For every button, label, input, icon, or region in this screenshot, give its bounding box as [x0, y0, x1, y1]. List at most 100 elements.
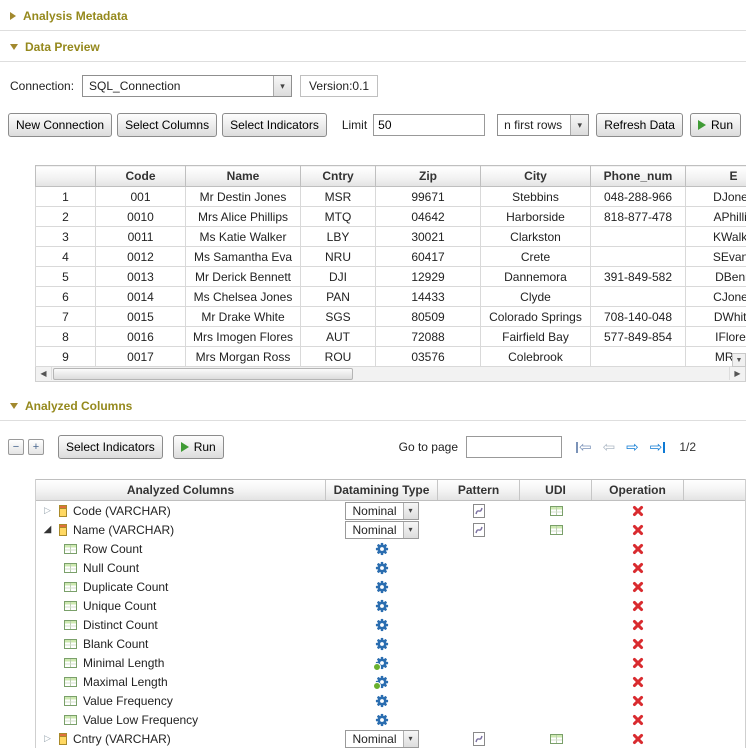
chevron-down-icon[interactable]: ▾	[403, 522, 418, 538]
header-operation[interactable]: Operation	[592, 480, 684, 500]
indicator-row[interactable]: Null Count	[36, 558, 745, 577]
indicator-options-gear-icon[interactable]	[375, 713, 389, 727]
indicator-options-gear-icon[interactable]	[375, 618, 389, 632]
rows-mode-dropdown[interactable]: n first rows ▾	[497, 114, 589, 136]
expand-arrow-icon[interactable]: ▷	[42, 733, 53, 744]
collapse-arrow-icon[interactable]: ◢	[42, 524, 53, 535]
delete-x-icon[interactable]	[632, 580, 645, 593]
indicator-options-gear-icon[interactable]	[375, 637, 389, 651]
chevron-down-icon[interactable]: ▾	[570, 115, 588, 135]
column-header-email[interactable]: E	[686, 166, 746, 187]
table-row[interactable]: 7 0015 Mr Drake White SGS 80509 Colorado…	[36, 307, 746, 327]
run-button[interactable]: Run	[690, 113, 741, 137]
column-header-city[interactable]: City	[481, 166, 591, 187]
delete-x-icon[interactable]	[632, 656, 645, 669]
last-page-icon[interactable]: ⇨	[650, 440, 666, 455]
collapse-all-button[interactable]: −	[8, 439, 24, 455]
select-columns-button[interactable]: Select Columns	[117, 113, 217, 137]
indicator-row[interactable]: Row Count	[36, 539, 745, 558]
refresh-data-button[interactable]: Refresh Data	[596, 113, 683, 137]
section-analyzed-columns[interactable]: Analyzed Columns	[0, 390, 746, 421]
pattern-icon[interactable]	[473, 732, 485, 746]
delete-x-icon[interactable]	[632, 713, 645, 726]
select-indicators-button[interactable]: Select Indicators	[58, 435, 163, 459]
scrollbar-thumb[interactable]	[53, 368, 353, 380]
indicator-row[interactable]: Duplicate Count	[36, 577, 745, 596]
indicator-row[interactable]: Value Low Frequency	[36, 710, 745, 729]
indicator-options-gear-icon[interactable]	[375, 599, 389, 613]
delete-x-icon[interactable]	[632, 732, 645, 745]
header-udi[interactable]: UDI	[520, 480, 592, 500]
column-header-rownum[interactable]	[36, 166, 96, 187]
indicator-options-gear-icon[interactable]	[375, 580, 389, 594]
header-pattern[interactable]: Pattern	[438, 480, 520, 500]
expand-arrow-icon[interactable]: ▷	[42, 505, 53, 516]
analyzed-column-row[interactable]: ◢ Name (VARCHAR) Nominal ▾	[36, 520, 745, 539]
indicator-row[interactable]: Value Frequency	[36, 691, 745, 710]
delete-x-icon[interactable]	[632, 618, 645, 631]
indicator-options-gear-icon[interactable]	[375, 656, 389, 670]
pattern-icon[interactable]	[473, 504, 485, 518]
horizontal-scrollbar[interactable]: ◀ ▶	[35, 367, 746, 382]
first-page-icon[interactable]: ⇦	[576, 440, 592, 455]
limit-input[interactable]	[373, 114, 485, 136]
indicator-options-gear-icon[interactable]	[375, 675, 389, 689]
section-data-preview[interactable]: Data Preview	[0, 31, 746, 62]
delete-x-icon[interactable]	[632, 637, 645, 650]
header-analyzed-columns[interactable]: Analyzed Columns	[36, 480, 326, 500]
expand-all-button[interactable]: +	[28, 439, 44, 455]
scroll-left-button[interactable]: ◀	[36, 367, 52, 380]
vertical-scroll-down-button[interactable]: ▼	[732, 353, 746, 367]
indicator-row[interactable]: Distinct Count	[36, 615, 745, 634]
table-row[interactable]: 2 0010 Mrs Alice Phillips MTQ 04642 Harb…	[36, 207, 746, 227]
connection-dropdown[interactable]: SQL_Connection ▾	[82, 75, 292, 97]
table-row[interactable]: 5 0013 Mr Derick Bennett DJI 12929 Danne…	[36, 267, 746, 287]
table-row[interactable]: 1 001 Mr Destin Jones MSR 99671 Stebbins…	[36, 187, 746, 207]
header-datamining-type[interactable]: Datamining Type	[326, 480, 438, 500]
indicator-options-gear-icon[interactable]	[375, 542, 389, 556]
section-analysis-metadata[interactable]: Analysis Metadata	[0, 0, 746, 31]
new-connection-button[interactable]: New Connection	[8, 113, 112, 137]
select-indicators-button[interactable]: Select Indicators	[222, 113, 327, 137]
delete-x-icon[interactable]	[632, 599, 645, 612]
udi-icon[interactable]	[550, 525, 563, 535]
delete-x-icon[interactable]	[632, 504, 645, 517]
delete-x-icon[interactable]	[632, 675, 645, 688]
table-row[interactable]: 9 0017 Mrs Morgan Ross ROU 03576 Colebro…	[36, 347, 746, 367]
analyzed-column-row[interactable]: ▷ Cntry (VARCHAR) Nominal ▾	[36, 729, 745, 748]
delete-x-icon[interactable]	[632, 561, 645, 574]
analyzed-column-row[interactable]: ▷ Code (VARCHAR) Nominal ▾	[36, 501, 745, 520]
indicator-options-gear-icon[interactable]	[375, 561, 389, 575]
chevron-down-icon[interactable]: ▾	[273, 76, 291, 96]
column-header-phone[interactable]: Phone_num	[591, 166, 686, 187]
chevron-down-icon[interactable]: ▾	[403, 731, 418, 747]
indicator-row[interactable]: Maximal Length	[36, 672, 745, 691]
datamining-type-dropdown[interactable]: Nominal ▾	[345, 521, 418, 539]
run-button[interactable]: Run	[173, 435, 224, 459]
delete-x-icon[interactable]	[632, 694, 645, 707]
chevron-down-icon[interactable]: ▾	[403, 503, 418, 519]
pattern-icon[interactable]	[473, 523, 485, 537]
column-header-cntry[interactable]: Cntry	[301, 166, 376, 187]
delete-x-icon[interactable]	[632, 542, 645, 555]
indicator-row[interactable]: Minimal Length	[36, 653, 745, 672]
table-row[interactable]: 6 0014 Ms Chelsea Jones PAN 14433 Clyde …	[36, 287, 746, 307]
udi-icon[interactable]	[550, 506, 563, 516]
table-row[interactable]: 3 0011 Ms Katie Walker LBY 30021 Clarkst…	[36, 227, 746, 247]
datamining-type-dropdown[interactable]: Nominal ▾	[345, 502, 418, 520]
previous-page-icon[interactable]: ⇦	[603, 440, 616, 455]
table-row[interactable]: 4 0012 Ms Samantha Eva NRU 60417 Crete S…	[36, 247, 746, 267]
udi-icon[interactable]	[550, 734, 563, 744]
table-row[interactable]: 8 0016 Mrs Imogen Flores AUT 72088 Fairf…	[36, 327, 746, 347]
column-header-zip[interactable]: Zip	[376, 166, 481, 187]
column-header-name[interactable]: Name	[186, 166, 301, 187]
column-header-code[interactable]: Code	[96, 166, 186, 187]
delete-x-icon[interactable]	[632, 523, 645, 536]
datamining-type-dropdown[interactable]: Nominal ▾	[345, 730, 418, 748]
next-page-icon[interactable]: ⇨	[626, 440, 639, 455]
indicator-row[interactable]: Unique Count	[36, 596, 745, 615]
goto-page-input[interactable]	[466, 436, 562, 458]
indicator-row[interactable]: Blank Count	[36, 634, 745, 653]
scroll-right-button[interactable]: ▶	[729, 367, 745, 380]
indicator-options-gear-icon[interactable]	[375, 694, 389, 708]
